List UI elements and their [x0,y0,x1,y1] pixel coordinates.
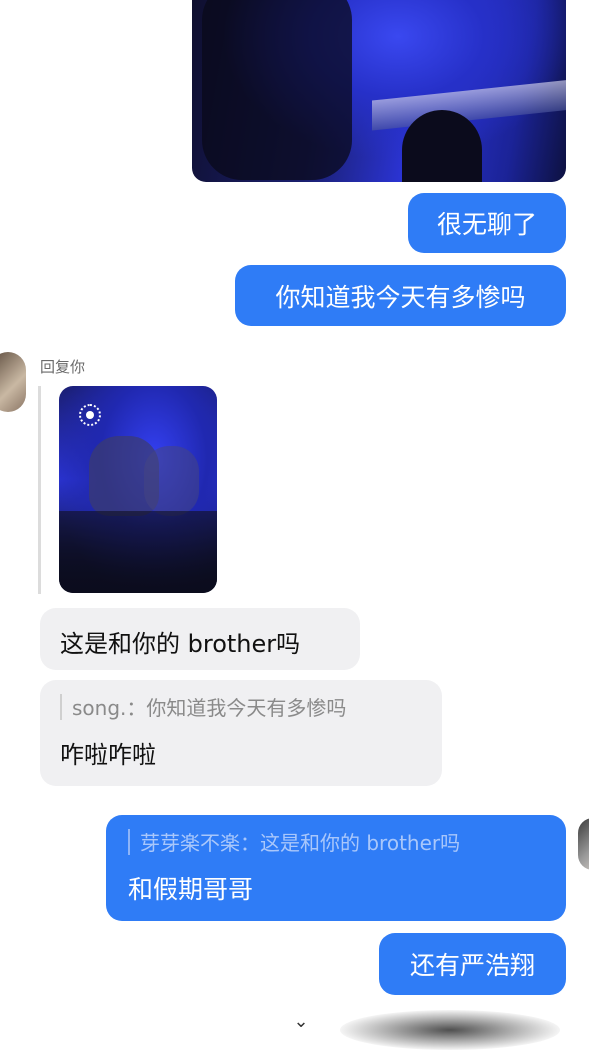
quoted-text: 芽芽楽不楽：这是和你的 brother吗 [140,831,461,855]
reply-label: 回复你 [40,358,86,376]
outgoing-message-bubble[interactable]: 很无聊了 [408,193,566,253]
outgoing-quoted-message-bubble[interactable]: 芽芽楽不楽：这是和你的 brother吗 和假期哥哥 [106,815,566,921]
contact-avatar[interactable] [0,352,26,412]
sent-photo-top[interactable] [192,0,566,182]
quote-bar [128,828,130,855]
outgoing-message-bubble[interactable]: 还有严浩翔 [379,933,566,995]
user-avatar[interactable] [578,818,589,870]
message-text: 这是和你的 brother吗 [60,630,301,658]
message-text: 很无聊了 [436,210,537,239]
message-text: 咋啦咋啦 [60,741,156,769]
photo-seat-shape [202,0,352,180]
blurred-overlay [340,1010,560,1050]
photo-person-shape [402,110,482,182]
reply-photo[interactable] [59,386,217,593]
photo-hand-shape [144,446,199,516]
reply-quote-bar [38,386,41,594]
incoming-quoted-message-bubble[interactable]: song.：你知道我今天有多惨吗 咋啦咋啦 [40,680,442,786]
incoming-message-bubble[interactable]: 这是和你的 brother吗 [40,608,360,670]
quote-bar [60,693,62,720]
message-text: 你知道我今天有多惨吗 [275,282,526,312]
live-photo-icon[interactable] [79,404,101,426]
message-text: 和假期哥哥 [128,875,254,904]
quoted-message[interactable]: 芽芽楽不楽：这是和你的 brother吗 [128,827,566,856]
quoted-message[interactable]: song.：你知道我今天有多惨吗 [60,692,442,721]
quoted-text: song.：你知道我今天有多惨吗 [72,696,347,720]
message-text: 还有严浩翔 [409,951,535,980]
outgoing-message-bubble[interactable]: 你知道我今天有多惨吗 [235,265,566,326]
double-chevron-down-icon[interactable]: ⌄ [286,1012,316,1032]
photo-knees-shape [59,511,217,593]
